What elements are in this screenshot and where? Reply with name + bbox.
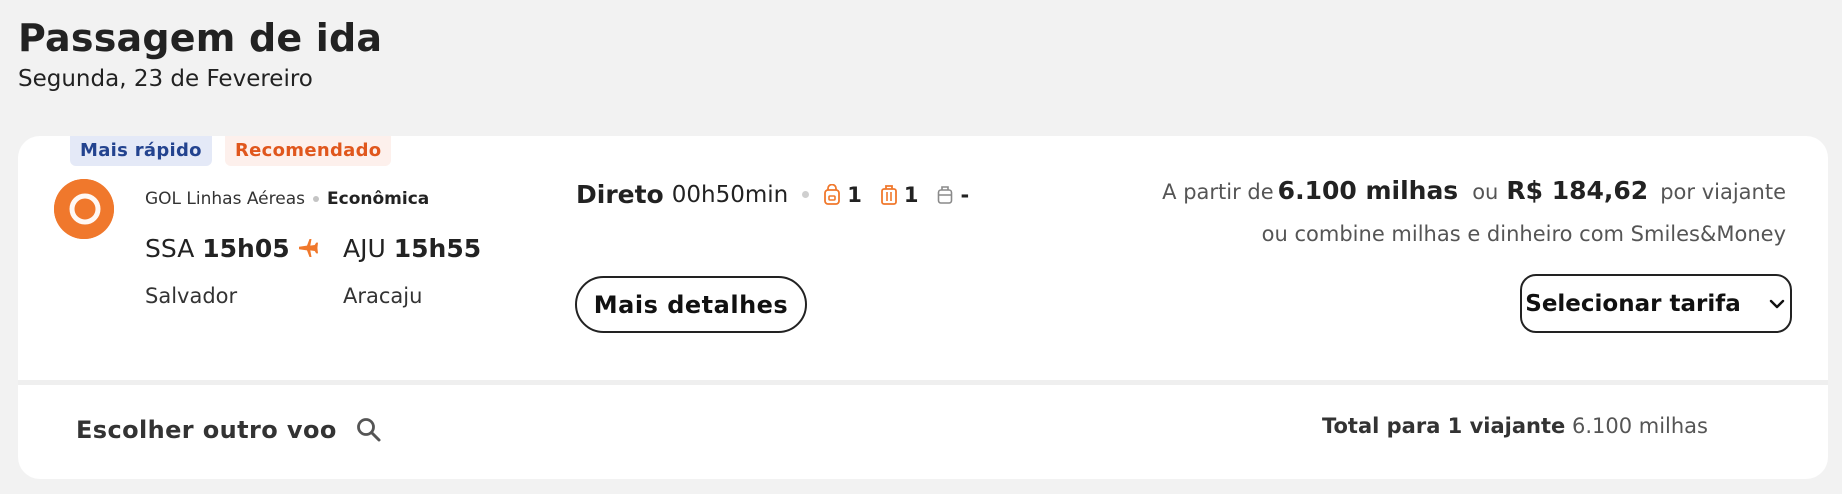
price-cash: R$ 184,62: [1506, 176, 1649, 205]
select-fare-button[interactable]: Selecionar tarifa: [1520, 274, 1792, 333]
chevron-down-icon: [1769, 299, 1784, 308]
select-fare-label: Selecionar tarifa: [1525, 290, 1741, 317]
carry-on-allowance: 1: [880, 182, 919, 207]
checked-bag-allowance: -: [936, 183, 969, 207]
choose-other-flight-label: Escolher outro voo: [76, 416, 337, 444]
fare-class: Econômica: [327, 189, 430, 209]
arrival-time: 15h55: [393, 234, 482, 263]
smiles-money-text: ou combine milhas e dinheiro com Smiles&…: [1261, 222, 1786, 246]
origin-city: Salvador: [145, 284, 238, 308]
carry-on-bag-icon: [880, 184, 897, 205]
card-divider: [18, 380, 1828, 385]
page-subtitle-date: Segunda, 23 de Fevereiro: [18, 66, 313, 92]
destination-city: Aracaju: [343, 284, 423, 308]
page-title: Passagem de ida: [18, 16, 383, 60]
price-or-label: ou: [1472, 180, 1499, 204]
airline-info: GOL Linhas Aéreas Econômica: [145, 189, 429, 209]
airline-name: GOL Linhas Aéreas: [145, 189, 305, 209]
price-miles: 6.100 milhas: [1277, 176, 1459, 205]
personal-item-count: 1: [847, 182, 862, 207]
destination-code: AJU: [343, 234, 386, 263]
departure-time: 15h05: [202, 234, 290, 263]
choose-other-flight-link[interactable]: Escolher outro voo: [76, 416, 383, 444]
origin-code: SSA: [145, 234, 195, 263]
total-summary: Total para 1 viajante 6.100 milhas: [1322, 414, 1708, 438]
separator-dot: [802, 191, 810, 198]
flight-card: Mais rápido Recomendado GOL Linhas Aérea…: [18, 136, 1828, 479]
flight-summary: Direto 00h50min 1 1 -: [576, 180, 987, 209]
plane-icon: [299, 239, 318, 257]
badge-recommended: Recomendado: [225, 136, 392, 166]
stops-label: Direto: [576, 180, 664, 209]
destination-route: AJU 15h55: [343, 234, 481, 263]
checked-bag-icon: [938, 185, 953, 204]
search-icon: [356, 418, 381, 442]
carry-on-count: 1: [903, 182, 919, 207]
more-details-button[interactable]: Mais detalhes: [575, 276, 807, 333]
origin-route: SSA 15h05: [145, 234, 290, 263]
price-summary: A partir de 6.100 milhas ou R$ 184,62 po…: [1162, 176, 1786, 205]
total-value: 6.100 milhas: [1571, 414, 1708, 438]
checked-bag-count: -: [960, 182, 970, 207]
personal-item-allowance: 1: [823, 183, 862, 207]
total-label: Total para 1 viajante: [1321, 414, 1566, 438]
price-per-traveler: por viajante: [1660, 180, 1786, 204]
badge-fastest: Mais rápido: [70, 136, 212, 166]
separator-dot: [313, 196, 319, 202]
flight-duration: 00h50min: [671, 181, 789, 208]
backpack-icon: [824, 183, 841, 205]
price-from-label: A partir de: [1162, 180, 1274, 204]
gol-logo-icon: [54, 179, 114, 239]
